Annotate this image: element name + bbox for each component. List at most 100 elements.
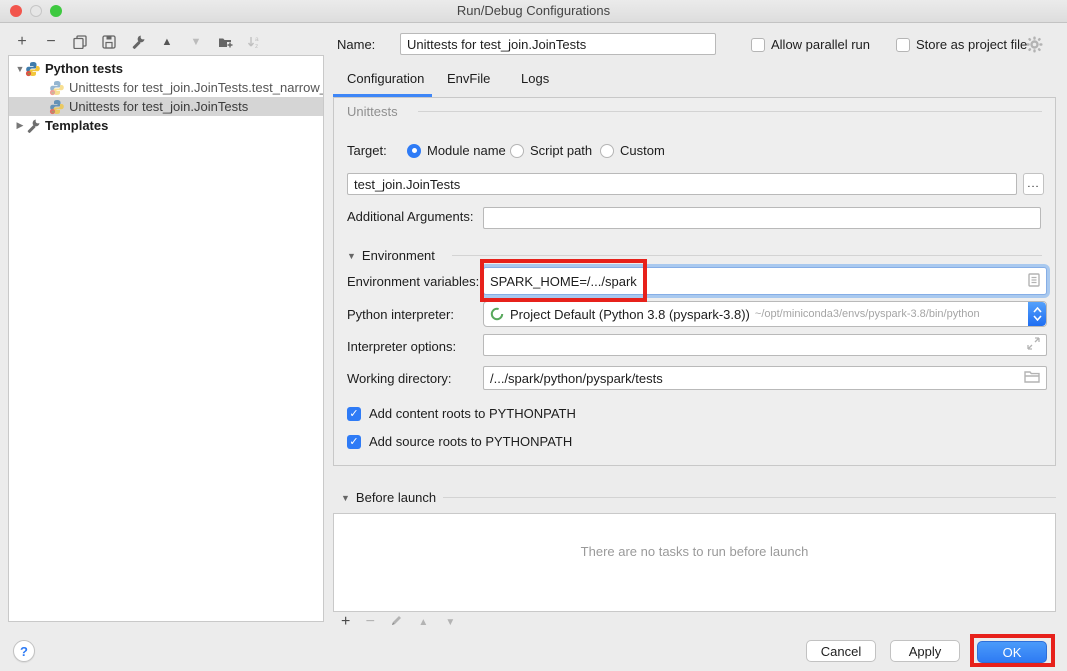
help-button[interactable]: ? (13, 640, 35, 662)
tree-node-label: Unittests for test_join.JoinTests (69, 99, 248, 114)
chevron-down-icon[interactable]: ▼ (347, 251, 356, 261)
tree-node-templates[interactable]: ▶ Templates (9, 116, 323, 135)
cancel-label: Cancel (821, 644, 861, 659)
environment-section-title: Environment (362, 248, 435, 263)
target-module-value: test_join.JoinTests (354, 177, 460, 192)
interpreter-options-input[interactable] (483, 334, 1047, 356)
configurations-toolbar: + − ▲ ▼ az (14, 31, 262, 53)
python-interpreter-value: Project Default (Python 3.8 (pyspark-3.8… (510, 307, 750, 322)
environment-section-toggle[interactable]: ▼ Environment (347, 248, 435, 263)
add-content-roots-label: Add content roots to PYTHONPATH (369, 406, 576, 421)
add-source-roots-checkbox[interactable]: ✓ Add source roots to PYTHONPATH (347, 434, 572, 449)
add-content-roots-checkbox[interactable]: ✓ Add content roots to PYTHONPATH (347, 406, 576, 421)
cancel-button[interactable]: Cancel (806, 640, 876, 662)
radio-unselected-icon[interactable] (510, 144, 524, 158)
working-directory-label: Working directory: (347, 371, 452, 386)
python-interpreter-select[interactable]: Project Default (Python 3.8 (pyspark-3.8… (483, 301, 1047, 327)
tree-node-python-tests[interactable]: ▼ Python tests (9, 59, 323, 78)
expand-field-icon[interactable] (1027, 337, 1040, 353)
store-settings-gear-icon[interactable] (1026, 36, 1043, 56)
tab-envfile[interactable]: EnvFile (447, 71, 490, 86)
unittest-icon (49, 99, 65, 115)
move-task-down-icon[interactable]: ▼ (443, 617, 457, 628)
svg-text:a: a (255, 36, 259, 43)
python-tests-icon (25, 61, 41, 77)
radio-module-name-label: Module name (427, 143, 506, 158)
templates-wrench-icon (25, 118, 41, 134)
interpreter-options-label: Interpreter options: (347, 339, 456, 354)
browse-folder-icon[interactable] (1024, 370, 1040, 386)
environment-variables-input[interactable]: SPARK_HOME=/.../spark (483, 267, 1047, 295)
radio-custom-label: Custom (620, 143, 665, 158)
add-task-icon[interactable]: + (341, 613, 350, 631)
sort-configurations-icon[interactable]: az (246, 34, 262, 50)
before-launch-task-list[interactable]: There are no tasks to run before launch (333, 513, 1056, 612)
apply-label: Apply (909, 644, 942, 659)
move-down-icon[interactable]: ▼ (188, 34, 204, 50)
checkbox-checked-icon[interactable]: ✓ (347, 407, 361, 421)
tree-node-test-narrow[interactable]: Unittests for test_join.JoinTests.test_n… (9, 78, 323, 97)
ok-label: OK (1003, 645, 1022, 660)
name-value: Unittests for test_join.JoinTests (407, 37, 586, 52)
remove-configuration-icon[interactable]: − (43, 34, 59, 50)
checkbox-unchecked-icon[interactable] (896, 38, 910, 52)
edit-templates-icon[interactable] (130, 34, 146, 50)
group-divider (418, 111, 1042, 112)
help-label: ? (20, 644, 28, 659)
new-folder-icon[interactable] (217, 34, 233, 50)
save-configuration-icon[interactable] (101, 34, 117, 50)
allow-parallel-run-checkbox[interactable]: Allow parallel run (751, 37, 870, 52)
add-configuration-icon[interactable]: + (14, 34, 30, 50)
before-launch-toggle[interactable]: ▼ Before launch (341, 490, 436, 505)
window-title: Run/Debug Configurations (0, 3, 1067, 18)
working-directory-value: /.../spark/python/pyspark/tests (490, 371, 663, 386)
chevron-down-icon[interactable]: ▼ (15, 64, 25, 74)
chevron-right-icon[interactable]: ▶ (15, 120, 25, 131)
tab-logs[interactable]: Logs (521, 71, 549, 86)
additional-arguments-input[interactable] (483, 207, 1041, 229)
radio-script-path[interactable]: Script path (510, 143, 592, 158)
environment-variables-label: Environment variables: (347, 274, 479, 289)
unittests-group-title: Unittests (347, 104, 398, 119)
chevron-down-icon[interactable]: ▼ (341, 493, 350, 503)
radio-custom[interactable]: Custom (600, 143, 665, 158)
edit-env-vars-icon[interactable] (1028, 273, 1040, 290)
target-module-input[interactable]: test_join.JoinTests (347, 173, 1017, 195)
configurations-tree: ▼ Python tests Unittests for test_join.J… (8, 55, 324, 622)
radio-unselected-icon[interactable] (600, 144, 614, 158)
environment-variables-value: SPARK_HOME=/.../spark (490, 274, 637, 289)
move-up-icon[interactable]: ▲ (159, 34, 175, 50)
edit-task-icon[interactable] (390, 614, 403, 630)
store-as-project-file-checkbox[interactable]: Store as project file (896, 37, 1027, 52)
add-source-roots-label: Add source roots to PYTHONPATH (369, 434, 572, 449)
checkbox-checked-icon[interactable]: ✓ (347, 435, 361, 449)
before-launch-title: Before launch (356, 490, 436, 505)
target-label: Target: (347, 143, 387, 158)
conda-env-icon (490, 307, 504, 321)
additional-arguments-label: Additional Arguments: (347, 209, 473, 224)
radio-selected-icon[interactable] (407, 144, 421, 158)
checkbox-unchecked-icon[interactable] (751, 38, 765, 52)
name-label: Name: (337, 33, 375, 55)
tree-node-label: Templates (45, 118, 108, 133)
before-launch-empty-text: There are no tasks to run before launch (581, 544, 809, 559)
window-titlebar: Run/Debug Configurations (0, 0, 1067, 23)
apply-button[interactable]: Apply (890, 640, 960, 662)
tree-node-label: Python tests (45, 61, 123, 76)
remove-task-icon[interactable]: − (363, 613, 377, 631)
tree-node-jointests-selected[interactable]: Unittests for test_join.JoinTests (9, 97, 323, 116)
radio-module-name[interactable]: Module name (407, 143, 506, 158)
unittest-icon (49, 80, 65, 96)
name-input[interactable]: Unittests for test_join.JoinTests (400, 33, 716, 55)
radio-script-path-label: Script path (530, 143, 592, 158)
browse-module-button[interactable]: ... (1023, 173, 1044, 195)
store-as-project-file-label: Store as project file (916, 37, 1027, 52)
working-directory-input[interactable]: /.../spark/python/pyspark/tests (483, 366, 1047, 390)
copy-configuration-icon[interactable] (72, 34, 88, 50)
move-task-up-icon[interactable]: ▲ (416, 617, 430, 628)
group-divider (443, 497, 1056, 498)
ok-button[interactable]: OK (977, 641, 1047, 663)
select-stepper-icon[interactable] (1028, 302, 1046, 326)
tab-configuration[interactable]: Configuration (347, 71, 424, 86)
python-interpreter-path: ~/opt/miniconda3/envs/pyspark-3.8/bin/py… (755, 308, 980, 320)
